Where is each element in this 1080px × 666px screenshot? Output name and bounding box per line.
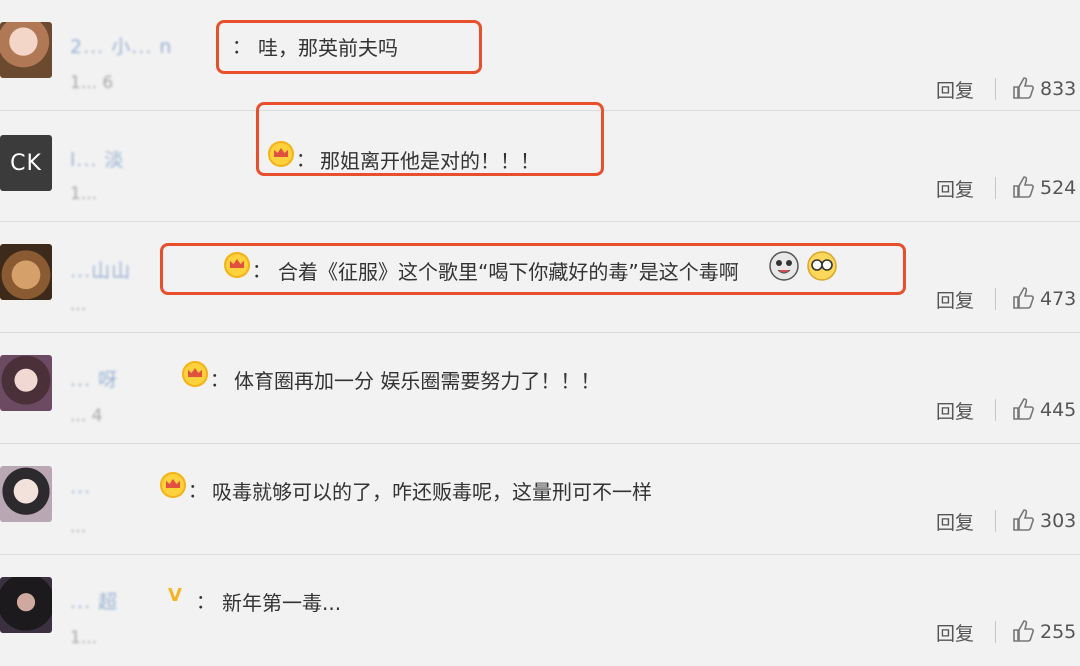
thumbs-up-icon[interactable] [1012, 175, 1034, 199]
timestamp: ... [70, 517, 87, 537]
comment-list: 2... 小... n ： 哇，那英前夫吗 1... 6 回复 833 CK l… [0, 0, 1080, 665]
divider [995, 510, 996, 532]
timestamp: 1... [70, 628, 98, 648]
username[interactable]: ...山山 [70, 256, 131, 283]
thumbs-up-icon[interactable] [1012, 76, 1034, 100]
thumbs-up-icon[interactable] [1012, 397, 1034, 421]
comment-text: 新年第一毒... [222, 591, 342, 615]
reply-button[interactable]: 回复 [936, 397, 974, 424]
divider [995, 288, 996, 310]
timestamp: ... 4 [70, 406, 103, 426]
like-count: 524 [1040, 177, 1077, 199]
avatar[interactable] [0, 22, 52, 78]
like-count: 445 [1040, 399, 1077, 421]
username[interactable]: l... 淡 [70, 145, 124, 172]
crown-icon [160, 472, 186, 498]
colon: ： [210, 369, 230, 391]
like-count: 255 [1040, 621, 1077, 643]
divider [995, 399, 996, 421]
thumbs-up-icon[interactable] [1012, 508, 1034, 532]
divider [995, 177, 996, 199]
timestamp: ... [70, 295, 87, 315]
username[interactable]: 2... 小... n [70, 32, 172, 59]
avatar[interactable] [0, 466, 52, 522]
timestamp: 1... 6 [70, 73, 114, 93]
like-count: 303 [1040, 510, 1077, 532]
reply-button[interactable]: 回复 [936, 508, 974, 535]
avatar[interactable]: CK [0, 135, 52, 191]
comment-text: 体育圈再加一分 娱乐圈需要努力了！！！ [234, 369, 601, 393]
like-count: 833 [1040, 78, 1077, 100]
comment-row: 2... 小... n ： 哇，那英前夫吗 1... 6 回复 833 [0, 0, 1080, 111]
username[interactable]: ... 呀 [70, 365, 118, 392]
reply-button[interactable]: 回复 [936, 76, 974, 103]
crown-icon [182, 361, 208, 387]
divider [995, 78, 996, 100]
reply-button[interactable]: 回复 [936, 286, 974, 313]
avatar[interactable] [0, 577, 52, 633]
username[interactable]: ... [70, 476, 91, 498]
colon: ： [188, 480, 208, 502]
highlight-box [160, 243, 906, 295]
v-badge-icon: V [168, 585, 182, 606]
thumbs-up-icon[interactable] [1012, 286, 1034, 310]
reply-button[interactable]: 回复 [936, 175, 974, 202]
comment-text: 吸毒就够可以的了，咋还贩毒呢，这量刑可不一样 [212, 480, 652, 504]
highlight-box [216, 20, 482, 74]
avatar[interactable] [0, 244, 52, 300]
comment-row: ... 超 V ： 新年第一毒... 1... 回复 255 [0, 555, 1080, 666]
thumbs-up-icon[interactable] [1012, 619, 1034, 643]
like-count: 473 [1040, 288, 1077, 310]
username[interactable]: ... 超 [70, 587, 118, 614]
reply-button[interactable]: 回复 [936, 619, 974, 646]
comment-row: ... 呀 ： 体育圈再加一分 娱乐圈需要努力了！！！ ... 4 回复 445 [0, 333, 1080, 444]
divider [995, 621, 996, 643]
comment-row: ... ： 吸毒就够可以的了，咋还贩毒呢，这量刑可不一样 ... 回复 303 [0, 444, 1080, 555]
colon: ： [196, 591, 216, 613]
timestamp: 1... [70, 184, 98, 204]
highlight-box [256, 102, 604, 176]
avatar[interactable] [0, 355, 52, 411]
